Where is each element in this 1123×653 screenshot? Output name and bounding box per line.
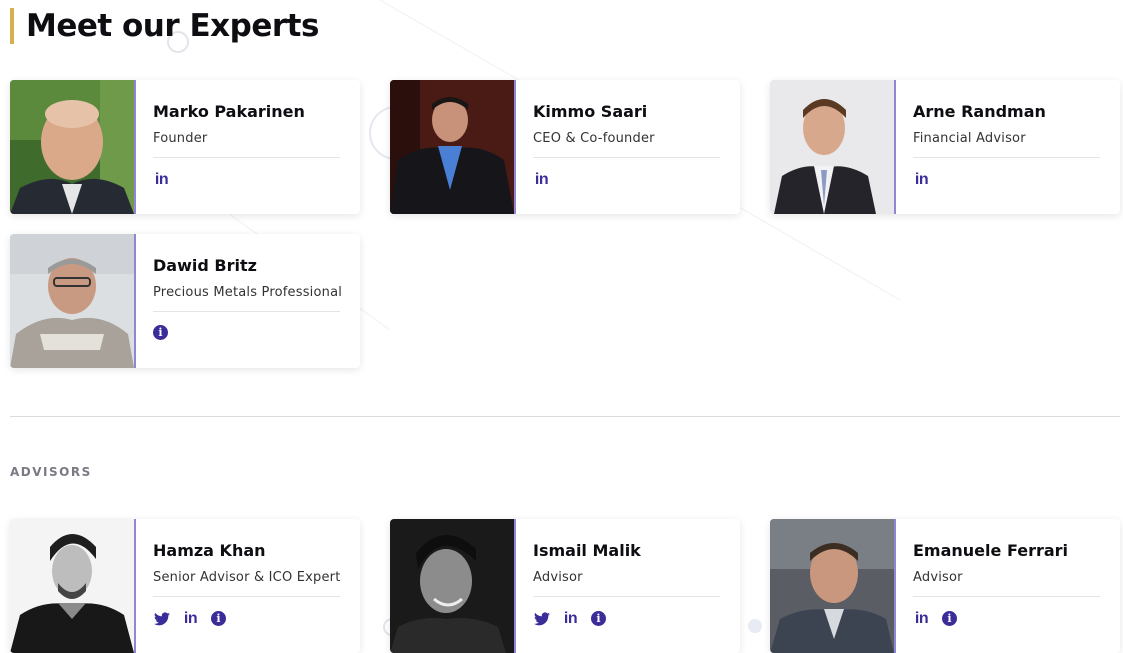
member-name: Emanuele Ferrari (913, 541, 1069, 560)
team-card-arne-randman: Arne Randman Financial Advisor in (770, 80, 1120, 214)
member-role: Precious Metals Professional (153, 285, 343, 300)
twitter-icon[interactable] (533, 610, 550, 627)
info-icon[interactable]: i (153, 325, 168, 340)
divider (913, 157, 1100, 158)
linkedin-icon[interactable]: in (913, 610, 930, 627)
member-name: Arne Randman (913, 102, 1046, 121)
advisor-card-emanuele-ferrari: Emanuele Ferrari Advisor in i (770, 519, 1120, 653)
member-role: CEO & Co-founder (533, 131, 655, 146)
member-role: Advisor (533, 570, 583, 585)
divider (153, 596, 340, 597)
divider (913, 596, 1100, 597)
divider (153, 157, 340, 158)
linkedin-icon[interactable]: in (153, 171, 170, 188)
linkedin-icon[interactable]: in (182, 610, 199, 627)
member-name: Marko Pakarinen (153, 102, 305, 121)
profile-photo (770, 519, 896, 653)
member-name: Hamza Khan (153, 541, 266, 560)
profile-photo (10, 519, 136, 653)
info-icon[interactable]: i (591, 611, 606, 626)
page-title: Meet our Experts (10, 8, 319, 44)
divider (533, 157, 720, 158)
profile-photo (10, 80, 136, 214)
divider (533, 596, 720, 597)
section-label-advisors: ADVISORS (10, 465, 92, 479)
advisor-card-hamza-khan: Hamza Khan Senior Advisor & ICO Expert i… (10, 519, 360, 653)
member-role: Founder (153, 131, 208, 146)
member-name: Ismail Malik (533, 541, 641, 560)
twitter-icon[interactable] (153, 610, 170, 627)
profile-photo (770, 80, 896, 214)
linkedin-icon[interactable]: in (913, 171, 930, 188)
member-name: Kimmo Saari (533, 102, 648, 121)
profile-photo (390, 519, 516, 653)
info-icon[interactable]: i (211, 611, 226, 626)
member-role: Financial Advisor (913, 131, 1026, 146)
advisor-card-ismail-malik: Ismail Malik Advisor in i (390, 519, 740, 653)
info-icon[interactable]: i (942, 611, 957, 626)
linkedin-icon[interactable]: in (533, 171, 550, 188)
profile-photo (390, 80, 516, 214)
team-card-dawid-britz: Dawid Britz Precious Metals Professional… (10, 234, 360, 368)
section-divider (10, 416, 1120, 417)
linkedin-icon[interactable]: in (562, 610, 579, 627)
divider (153, 311, 340, 312)
member-name: Dawid Britz (153, 256, 257, 275)
member-role: Senior Advisor & ICO Expert (153, 570, 341, 585)
team-card-marko-pakarinen: Marko Pakarinen Founder in (10, 80, 360, 214)
team-card-kimmo-saari: Kimmo Saari CEO & Co-founder in (390, 80, 740, 214)
profile-photo (10, 234, 136, 368)
member-role: Advisor (913, 570, 963, 585)
